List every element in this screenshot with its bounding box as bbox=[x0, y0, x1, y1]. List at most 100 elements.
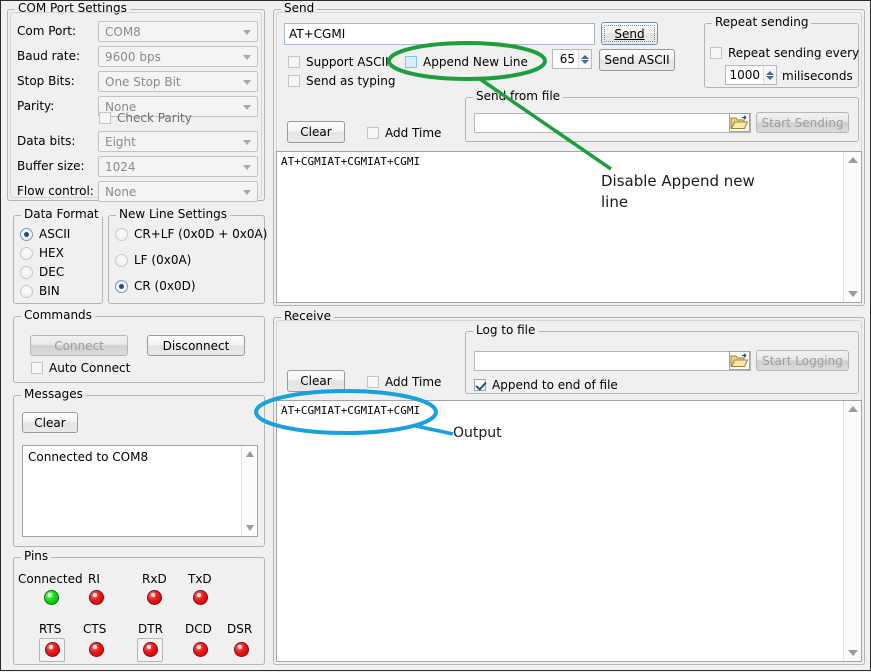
start-sending-label: Start Sending bbox=[762, 116, 844, 130]
send-clear-label: Clear bbox=[300, 125, 331, 139]
radio-dot bbox=[115, 280, 128, 293]
connect-button[interactable]: Connect bbox=[30, 335, 128, 356]
receive-output-scrollbar[interactable] bbox=[843, 401, 861, 661]
chevron-down-icon bbox=[243, 140, 251, 145]
send-as-typing-checkbox[interactable]: Send as typing bbox=[288, 74, 395, 88]
spinner-down-icon[interactable] bbox=[766, 76, 774, 80]
send-command-input[interactable]: AT+CGMI bbox=[284, 23, 595, 45]
pin-label-dsr: DSR bbox=[227, 622, 252, 636]
spinner-buttons[interactable] bbox=[578, 50, 591, 68]
start-logging-label: Start Logging bbox=[762, 354, 843, 368]
receive-add-time-checkbox[interactable]: Add Time bbox=[367, 375, 441, 389]
com-port-combo[interactable]: COM8 bbox=[98, 21, 258, 42]
pin-label-cts: CTS bbox=[83, 622, 106, 636]
checkbox-box bbox=[405, 56, 417, 68]
stop-bits-combo[interactable]: One Stop Bit bbox=[98, 71, 258, 92]
scroll-down-icon[interactable] bbox=[848, 291, 858, 297]
stop-bits-value: One Stop Bit bbox=[105, 74, 181, 91]
receive-output-area[interactable]: AT+CGMIAT+CGMIAT+CGMI bbox=[276, 400, 862, 662]
chevron-down-icon bbox=[243, 105, 251, 110]
check-parity-checkbox[interactable]: Check Parity bbox=[99, 111, 192, 125]
spinner-down-icon[interactable] bbox=[581, 60, 589, 64]
send-button[interactable]: Send bbox=[601, 22, 658, 45]
radio-data-format-ascii[interactable]: ASCII bbox=[20, 227, 70, 241]
radio-newline-lf[interactable]: LF (0x0A) bbox=[115, 253, 191, 267]
messages-clear-button[interactable]: Clear bbox=[22, 412, 78, 433]
chevron-down-icon bbox=[243, 190, 251, 195]
send-output-area[interactable]: AT+CGMIAT+CGMIAT+CGMI bbox=[276, 151, 862, 303]
flow-control-combo[interactable]: None bbox=[98, 181, 258, 202]
checkbox-box bbox=[710, 47, 722, 59]
checkbox-box bbox=[288, 56, 300, 68]
scroll-up-icon[interactable] bbox=[848, 406, 858, 412]
flow-control-label: Flow control: bbox=[17, 184, 94, 198]
baud-rate-combo[interactable]: 9600 bps bbox=[98, 46, 258, 67]
start-sending-button[interactable]: Start Sending bbox=[756, 112, 849, 133]
parity-label: Parity: bbox=[17, 99, 54, 113]
pin-led-ri bbox=[89, 590, 104, 605]
buffer-size-label: Buffer size: bbox=[17, 159, 85, 173]
send-clear-button[interactable]: Clear bbox=[287, 121, 345, 143]
radio-newline-crlf[interactable]: CR+LF (0x0D + 0x0A) bbox=[115, 227, 267, 241]
com-port-label: Com Port: bbox=[17, 24, 76, 38]
append-to-end-checkbox[interactable]: Append to end of file bbox=[474, 378, 618, 392]
append-new-line-label: Append New Line bbox=[423, 55, 528, 69]
send-command-value: AT+CGMI bbox=[289, 24, 345, 44]
folder-open-icon[interactable] bbox=[729, 351, 750, 370]
scroll-up-icon[interactable] bbox=[246, 451, 254, 457]
folder-open-icon[interactable] bbox=[729, 113, 750, 132]
spinner-buttons[interactable] bbox=[763, 66, 776, 84]
disconnect-button[interactable]: Disconnect bbox=[147, 335, 245, 356]
data-bits-combo[interactable]: Eight bbox=[98, 131, 258, 152]
connect-button-label: Connect bbox=[54, 339, 104, 353]
auto-connect-checkbox[interactable]: Auto Connect bbox=[31, 361, 130, 375]
spinner-up-icon[interactable] bbox=[766, 71, 774, 75]
messages-clear-label: Clear bbox=[34, 416, 65, 430]
radio-data-format-dec[interactable]: DEC bbox=[20, 265, 64, 279]
data-format-title: Data Format bbox=[21, 208, 102, 220]
radio-label: CR (0x0D) bbox=[134, 279, 196, 293]
auto-connect-label: Auto Connect bbox=[49, 361, 130, 375]
pin-label-connected: Connected bbox=[18, 572, 83, 586]
receive-clear-label: Clear bbox=[300, 374, 331, 388]
pin-led-dsr bbox=[234, 642, 249, 657]
pin-label-rts: RTS bbox=[39, 622, 61, 636]
start-logging-button[interactable]: Start Logging bbox=[756, 350, 849, 371]
send-as-typing-label: Send as typing bbox=[306, 74, 395, 88]
messages-log[interactable]: Connected to COM8 bbox=[22, 445, 258, 537]
messages-scrollbar[interactable] bbox=[241, 446, 257, 536]
pin-led-txd bbox=[193, 590, 208, 605]
radio-newline-cr[interactable]: CR (0x0D) bbox=[115, 279, 196, 293]
scroll-down-icon[interactable] bbox=[848, 650, 858, 656]
spinner-up-icon[interactable] bbox=[581, 55, 589, 59]
receive-output-text: AT+CGMIAT+CGMIAT+CGMI bbox=[281, 404, 841, 418]
blue-annotation-note: Output bbox=[453, 423, 502, 444]
ascii-code-spinner[interactable]: 65 bbox=[552, 49, 592, 69]
radio-data-format-bin[interactable]: BIN bbox=[20, 284, 60, 298]
send-add-time-checkbox[interactable]: Add Time bbox=[367, 126, 441, 140]
send-add-time-label: Add Time bbox=[385, 126, 441, 140]
data-bits-value: Eight bbox=[105, 134, 136, 151]
scroll-up-icon[interactable] bbox=[848, 157, 858, 163]
radio-data-format-hex[interactable]: HEX bbox=[20, 246, 64, 260]
buffer-size-combo[interactable]: 1024 bbox=[98, 156, 258, 177]
radio-label: ASCII bbox=[39, 227, 70, 241]
log-to-file-input[interactable] bbox=[474, 351, 751, 371]
append-new-line-checkbox[interactable]: Append New Line bbox=[405, 55, 528, 69]
checkbox-box bbox=[474, 379, 486, 391]
radio-label: BIN bbox=[39, 284, 60, 298]
repeat-sending-checkbox[interactable]: Repeat sending every bbox=[710, 46, 859, 60]
send-ascii-label: Send ASCII bbox=[604, 53, 669, 67]
send-output-text: AT+CGMIAT+CGMIAT+CGMI bbox=[281, 155, 841, 169]
flow-control-value: None bbox=[105, 184, 136, 201]
stop-bits-label: Stop Bits: bbox=[17, 74, 75, 88]
receive-clear-button[interactable]: Clear bbox=[287, 370, 345, 392]
repeat-interval-spinner[interactable]: 1000 bbox=[725, 65, 777, 85]
scroll-down-icon[interactable] bbox=[246, 525, 254, 531]
send-ascii-button[interactable]: Send ASCII bbox=[599, 49, 675, 71]
radio-label: HEX bbox=[39, 246, 64, 260]
send-output-scrollbar[interactable] bbox=[843, 152, 861, 302]
support-ascii-checkbox[interactable]: Support ASCII bbox=[288, 55, 389, 69]
new-line-settings-title: New Line Settings bbox=[116, 208, 230, 220]
send-from-file-input[interactable] bbox=[474, 113, 751, 133]
